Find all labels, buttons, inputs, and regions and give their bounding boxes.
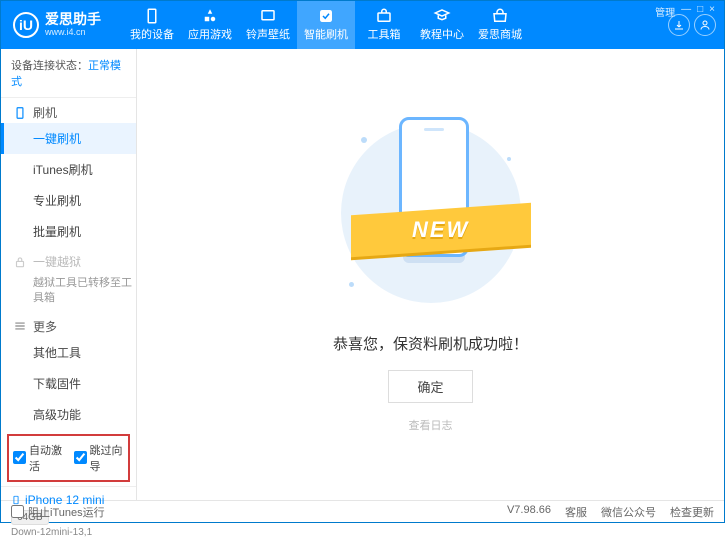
sidebar-item-advanced[interactable]: 高级功能 xyxy=(1,399,136,430)
sidebar-item-itunes[interactable]: iTunes刷机 xyxy=(1,154,136,185)
version-label: V7.98.66 xyxy=(507,504,551,520)
options-highlight-box: 自动激活 跳过向导 xyxy=(7,434,130,482)
check-update-link[interactable]: 检查更新 xyxy=(670,504,714,520)
checkbox-skip-guide[interactable]: 跳过向导 xyxy=(74,442,125,474)
nav-ringtones[interactable]: 铃声壁纸 xyxy=(239,1,297,49)
checkbox-block-itunes[interactable]: 阻止iTunes运行 xyxy=(11,504,105,520)
success-illustration: NEW xyxy=(341,117,521,317)
view-log-link[interactable]: 查看日志 xyxy=(409,417,453,433)
main-nav: 我的设备 应用游戏 铃声壁纸 智能刷机 工具箱 教程中心 爱思商城 xyxy=(123,1,529,49)
sidebar-item-batch[interactable]: 批量刷机 xyxy=(1,216,136,247)
settings-link[interactable]: 管理 xyxy=(655,4,675,19)
window-top-controls: 管理 — □ × xyxy=(655,4,715,19)
wallpaper-icon xyxy=(259,8,277,24)
close-icon[interactable]: × xyxy=(709,4,715,19)
support-link[interactable]: 客服 xyxy=(565,504,587,520)
section-more[interactable]: 更多 xyxy=(1,312,136,337)
sidebar: 设备连接状态：正常模式 刷机 一键刷机 iTunes刷机 专业刷机 批量刷机 一… xyxy=(1,49,137,500)
menu-icon xyxy=(13,319,27,333)
nav-my-device[interactable]: 我的设备 xyxy=(123,1,181,49)
logo-icon: iU xyxy=(13,12,39,38)
sidebar-item-oneclick[interactable]: 一键刷机 xyxy=(1,123,136,154)
maximize-icon[interactable]: □ xyxy=(697,4,703,19)
device-icon xyxy=(143,8,161,24)
nav-flash[interactable]: 智能刷机 xyxy=(297,1,355,49)
checkbox-auto-activate[interactable]: 自动激活 xyxy=(13,442,64,474)
main-content: NEW 恭喜您，保资料刷机成功啦！ 确定 查看日志 xyxy=(137,49,724,500)
success-message: 恭喜您，保资料刷机成功啦！ xyxy=(333,333,528,354)
device-subinfo: Down-12mini-13,1 xyxy=(11,527,126,538)
store-icon xyxy=(491,8,509,24)
tutorial-icon xyxy=(433,8,451,24)
sidebar-item-pro[interactable]: 专业刷机 xyxy=(1,185,136,216)
app-title: 爱思助手 xyxy=(45,12,101,27)
wechat-link[interactable]: 微信公众号 xyxy=(601,504,656,520)
sidebar-item-other[interactable]: 其他工具 xyxy=(1,337,136,368)
nav-tutorials[interactable]: 教程中心 xyxy=(413,1,471,49)
jailbreak-note: 越狱工具已转移至工具箱 xyxy=(1,272,136,312)
minimize-icon[interactable]: — xyxy=(681,4,691,19)
app-url: www.i4.cn xyxy=(45,28,101,38)
nav-store[interactable]: 爱思商城 xyxy=(471,1,529,49)
flash-icon xyxy=(317,8,335,24)
sidebar-item-download[interactable]: 下载固件 xyxy=(1,368,136,399)
lock-icon xyxy=(13,255,27,269)
phone-icon xyxy=(13,106,27,120)
section-jailbreak: 一键越狱 xyxy=(1,247,136,272)
ok-button[interactable]: 确定 xyxy=(388,370,472,403)
toolbox-icon xyxy=(375,8,393,24)
apps-icon xyxy=(201,8,219,24)
nav-toolbox[interactable]: 工具箱 xyxy=(355,1,413,49)
app-logo: iU 爱思助手 www.i4.cn xyxy=(1,12,111,38)
connection-status: 设备连接状态：正常模式 xyxy=(1,49,136,98)
titlebar: iU 爱思助手 www.i4.cn 我的设备 应用游戏 铃声壁纸 智能刷机 工具… xyxy=(1,1,724,49)
section-flash[interactable]: 刷机 xyxy=(1,98,136,123)
nav-apps[interactable]: 应用游戏 xyxy=(181,1,239,49)
